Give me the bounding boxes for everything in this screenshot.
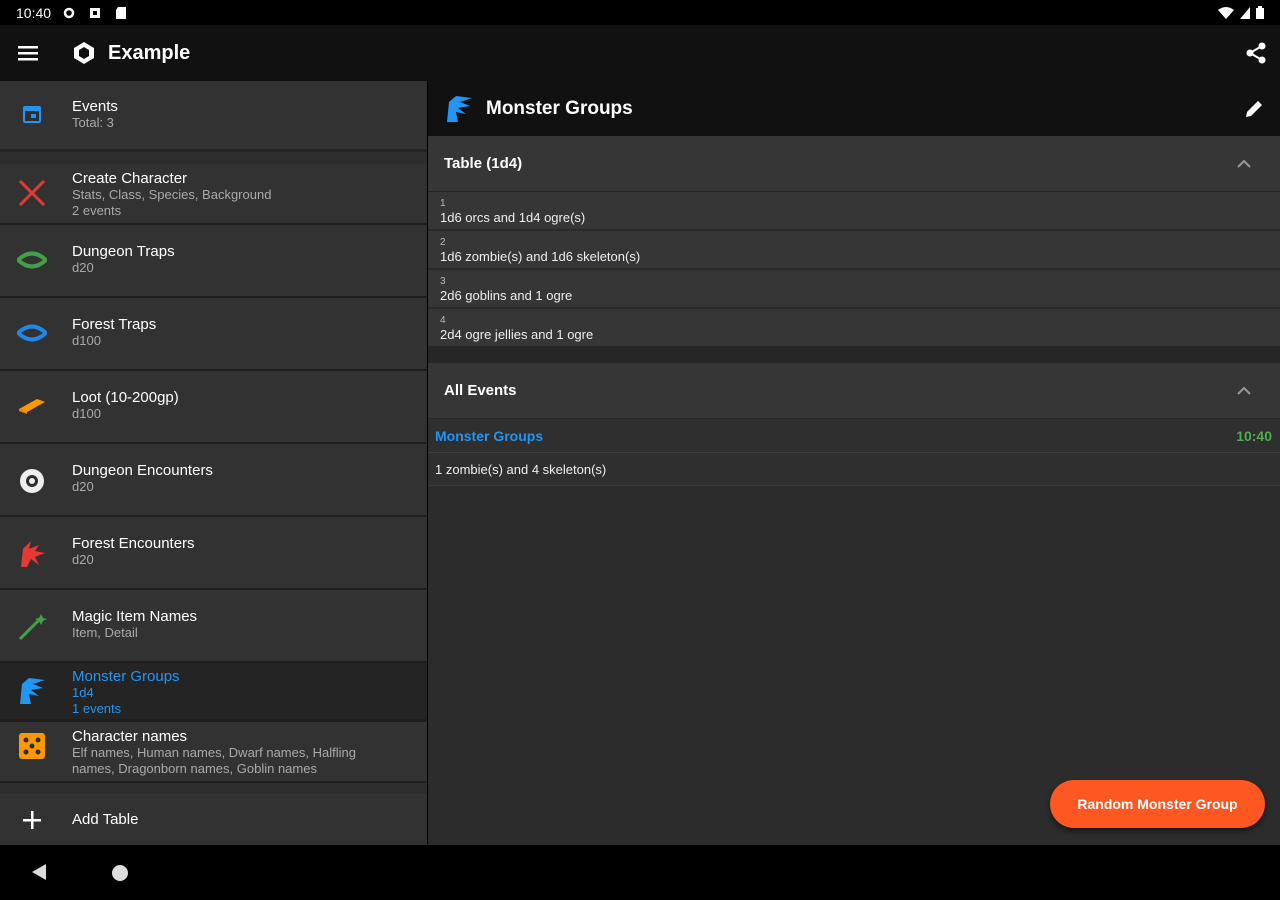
calendar-icon (23, 106, 41, 123)
event-result: 1 zombie(s) and 4 skeleton(s) (428, 453, 1280, 486)
sidebar-item-loot[interactable]: Loot (10-200gp) d100 (0, 371, 427, 444)
chevron-up-icon (1237, 386, 1251, 395)
plus-icon (23, 810, 41, 829)
page-title: Monster Groups (486, 97, 633, 119)
sidebar-item-monster-groups[interactable]: Monster Groups 1d4 1 events (0, 663, 427, 722)
collapse-table-button[interactable] (1234, 154, 1254, 174)
sidebar-item-sub: d20 (72, 479, 94, 494)
signal-icon (1240, 6, 1250, 19)
sidebar-item-forest-encounters[interactable]: Forest Encounters d20 (0, 517, 427, 590)
magic-wand-icon (18, 614, 47, 641)
crossed-swords-icon (18, 179, 46, 207)
sidebar-item-label: Forest Encounters (72, 535, 195, 552)
sd-card-status-icon (116, 6, 127, 19)
table-row[interactable]: 3 2d6 goblins and 1 ogre (428, 270, 1280, 309)
sidebar-item-sub: 2 events (72, 203, 122, 218)
row-number: 1 (440, 198, 446, 209)
table-row[interactable]: 2 1d6 zombie(s) and 1d6 skeleton(s) (428, 231, 1280, 270)
main-header: Monster Groups (428, 81, 1280, 136)
monster-icon (20, 678, 45, 704)
sidebar-item-sub: 1 events (72, 701, 122, 716)
row-number: 4 (440, 315, 446, 326)
row-text: 2d6 goblins and 1 ogre (440, 288, 573, 303)
sidebar-item-label: Forest Traps (72, 316, 157, 333)
share-button[interactable] (1232, 29, 1280, 77)
sidebar-item-label: Monster Groups (72, 668, 180, 685)
random-monster-group-button[interactable]: Random Monster Group (1050, 780, 1265, 828)
sidebar-item-sub: d100 (72, 406, 101, 421)
navigation-bar (0, 845, 1280, 900)
sidebar-item-label: Magic Item Names (72, 608, 198, 625)
table-section-header[interactable]: Table (1d4) (428, 136, 1280, 192)
sidebar-item-label: Create Character (72, 170, 188, 187)
row-text: 1d6 orcs and 1d4 ogre(s) (440, 210, 586, 225)
section-divider (428, 346, 1280, 363)
sidebar-item-sub: 1d4 (72, 685, 94, 700)
main-panel: Monster Groups Table (1d4) 1 1d6 orcs an… (428, 81, 1280, 845)
sidebar-item-label: Dungeon Encounters (72, 462, 213, 479)
sidebar-item-sub: Item, Detail (72, 625, 138, 640)
add-table-label: Add Table (72, 811, 139, 828)
sidebar-item-sub: Total: 3 (72, 115, 114, 130)
trap-icon (17, 324, 47, 342)
sidebar-item-create-character[interactable]: Create Character Stats, Class, Species, … (0, 164, 427, 225)
sidebar-item-label: Loot (10-200gp) (72, 389, 179, 406)
sidebar-item-label: Character names (72, 728, 188, 745)
hamburger-icon (18, 46, 38, 61)
wifi-icon (1218, 6, 1234, 19)
row-number: 3 (440, 276, 446, 287)
sidebar-item-character-names[interactable]: Character names Elf names, Human names, … (0, 722, 427, 783)
pencil-icon (1246, 100, 1262, 117)
sidebar-item-label: Dungeon Traps (72, 243, 175, 260)
sidebar-item-label: Events (72, 98, 118, 115)
sidebar-item-sub: d100 (72, 333, 101, 348)
app-logo-icon (74, 42, 94, 64)
table-row[interactable]: 4 2d4 ogre jellies and 1 ogre (428, 309, 1280, 346)
gold-bar-icon (19, 399, 45, 414)
sidebar-item-dungeon-traps[interactable]: Dungeon Traps d20 (0, 225, 427, 298)
event-name: Monster Groups (435, 427, 544, 444)
sidebar-item-magic-item-names[interactable]: Magic Item Names Item, Detail (0, 590, 427, 663)
dice-icon (19, 733, 45, 759)
app-title: Example (108, 41, 191, 64)
menu-button[interactable] (0, 25, 56, 81)
row-number: 2 (440, 237, 446, 248)
table-row[interactable]: 1 1d6 orcs and 1d4 ogre(s) (428, 192, 1280, 231)
collapse-events-button[interactable] (1234, 381, 1254, 401)
dragon-icon (21, 541, 45, 567)
sidebar-item-events[interactable]: Events Total: 3 (0, 81, 427, 152)
monster-icon (447, 95, 472, 122)
trap-icon (17, 251, 47, 269)
row-text: 1d6 zombie(s) and 1d6 skeleton(s) (440, 249, 641, 264)
sidebar-item-sub: d20 (72, 260, 94, 275)
events-section-header[interactable]: All Events (428, 363, 1280, 419)
sidebar-item-sub: Elf names, Human names, Dwarf names, Hal… (72, 745, 356, 760)
add-table-button[interactable]: Add Table (0, 794, 427, 845)
settings-status-icon (63, 7, 75, 18)
status-bar: 10:40 (0, 0, 1280, 25)
table-section-title: Table (1d4) (444, 155, 523, 172)
edit-button[interactable] (1238, 93, 1270, 125)
event-item[interactable]: Monster Groups 10:40 (428, 419, 1280, 453)
status-time: 10:40 (16, 4, 52, 21)
sidebar: Events Total: 3 Create Character Stats, … (0, 81, 427, 845)
home-icon[interactable] (112, 865, 128, 881)
sidebar-item-sub: names, Dragonborn names, Goblin names (72, 761, 317, 776)
share-icon (1246, 42, 1266, 64)
row-text: 2d4 ogre jellies and 1 ogre (440, 327, 594, 342)
app-bar: Example (0, 25, 1280, 81)
battery-icon (1256, 6, 1264, 19)
event-time: 10:40 (1236, 427, 1272, 444)
sidebar-item-dungeon-encounters[interactable]: Dungeon Encounters d20 (0, 444, 427, 517)
sidebar-item-sub: Stats, Class, Species, Background (72, 187, 272, 202)
chevron-up-icon (1237, 159, 1251, 168)
eye-monster-icon (20, 469, 44, 493)
events-section-title: All Events (444, 382, 517, 399)
back-icon[interactable] (30, 863, 48, 881)
sidebar-item-forest-traps[interactable]: Forest Traps d100 (0, 298, 427, 371)
screenshot-status-icon (90, 7, 101, 18)
sidebar-item-sub: d20 (72, 552, 94, 567)
